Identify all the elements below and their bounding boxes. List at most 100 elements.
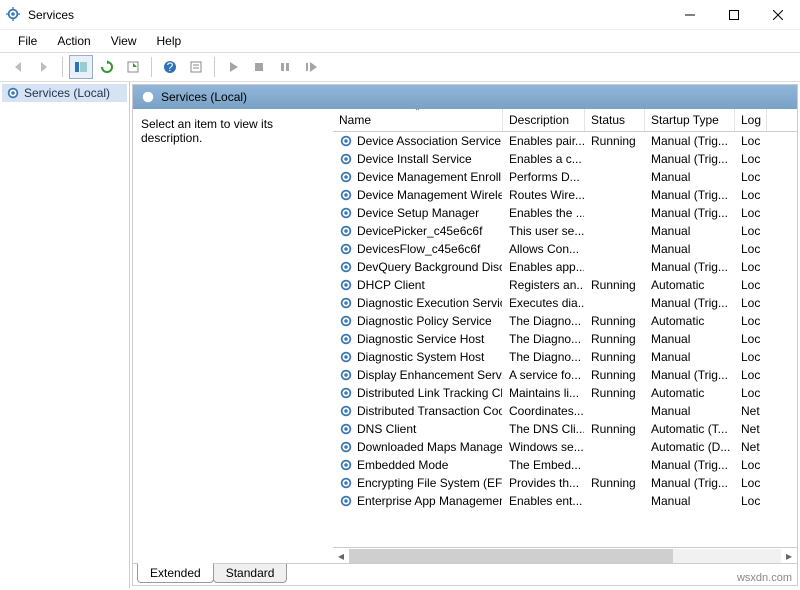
cell-startup-type: Automatic [645,314,735,328]
scroll-left-icon[interactable]: ◂ [333,549,349,563]
detail-header: Services (Local) [133,85,797,109]
cell-description: The Diagno... [503,332,585,346]
service-table-header: Name ⌃ Description Status Startup Type L… [333,109,797,132]
column-header-status[interactable]: Status [585,109,645,131]
cell-status: Running [585,368,645,382]
cell-logon: Loc [735,332,767,346]
start-service-button[interactable] [221,55,245,79]
properties-button[interactable] [184,55,208,79]
maximize-button[interactable] [712,0,756,30]
cell-name: DevQuery Background Disc... [333,260,503,274]
cell-name: Downloaded Maps Manager [333,440,503,454]
column-header-description[interactable]: Description [503,109,585,131]
pause-service-button[interactable] [273,55,297,79]
cell-description: Enables the ... [503,206,585,220]
cell-status: Running [585,386,645,400]
gear-icon [6,86,20,100]
tab-extended[interactable]: Extended [137,563,214,583]
show-hide-tree-button[interactable] [69,55,93,79]
cell-logon: Net [735,422,767,436]
scroll-right-icon[interactable]: ▸ [781,549,797,563]
cell-startup-type: Manual (Trig... [645,134,735,148]
tabs-footer: Extended Standard [133,563,797,585]
toolbar: ? [0,52,800,82]
menu-view[interactable]: View [103,31,145,51]
gear-icon [339,350,353,364]
minimize-button[interactable] [668,0,712,30]
table-row[interactable]: DevicePicker_c45e6c6fThis user se...Manu… [333,222,797,240]
cell-startup-type: Manual (Trig... [645,152,735,166]
cell-status: Running [585,134,645,148]
table-row[interactable]: Device Install ServiceEnables a c...Manu… [333,150,797,168]
menu-help[interactable]: Help [149,31,190,51]
table-row[interactable]: Device Setup ManagerEnables the ...Manua… [333,204,797,222]
back-button[interactable] [6,55,30,79]
cell-description: Performs D... [503,170,585,184]
cell-name: Encrypting File System (EFS) [333,476,503,490]
tab-standard[interactable]: Standard [213,564,288,583]
table-row[interactable]: DHCP ClientRegisters an...RunningAutomat… [333,276,797,294]
cell-startup-type: Automatic (D... [645,440,735,454]
table-row[interactable]: Downloaded Maps ManagerWindows se...Auto… [333,438,797,456]
cell-logon: Loc [735,314,767,328]
table-row[interactable]: Distributed Link Tracking Cl...Maintains… [333,384,797,402]
tree-node-services-local[interactable]: Services (Local) [2,84,127,102]
tree-node-label: Services (Local) [24,86,110,100]
table-row[interactable]: Distributed Transaction Coo...Coordinate… [333,402,797,420]
cell-status: Running [585,476,645,490]
table-row[interactable]: DevQuery Background Disc...Enables app..… [333,258,797,276]
window-title: Services [28,8,74,22]
watermark: wsxdn.com [737,572,792,584]
cell-description: The Embed... [503,458,585,472]
help-button[interactable]: ? [158,55,182,79]
cell-description: Enables pair... [503,134,585,148]
cell-status: Running [585,422,645,436]
cell-description: Enables ent... [503,494,585,508]
table-row[interactable]: Encrypting File System (EFS)Provides th.… [333,474,797,492]
menu-action[interactable]: Action [49,31,98,51]
refresh-button[interactable] [95,55,119,79]
stop-service-button[interactable] [247,55,271,79]
table-row[interactable]: Device Management Enroll...Performs D...… [333,168,797,186]
forward-button[interactable] [32,55,56,79]
cell-startup-type: Manual [645,350,735,364]
cell-status: Running [585,278,645,292]
menu-file[interactable]: File [10,31,45,51]
column-header-name[interactable]: Name ⌃ [333,109,503,131]
close-button[interactable] [756,0,800,30]
table-row[interactable]: Diagnostic Execution ServiceExecutes dia… [333,294,797,312]
column-header-logon[interactable]: Log [735,109,767,131]
column-header-startup-type[interactable]: Startup Type [645,109,735,131]
table-row[interactable]: Device Association ServiceEnables pair..… [333,132,797,150]
cell-logon: Loc [735,242,767,256]
cell-startup-type: Manual (Trig... [645,368,735,382]
cell-startup-type: Automatic (T... [645,422,735,436]
table-row[interactable]: DNS ClientThe DNS Cli...RunningAutomatic… [333,420,797,438]
cell-logon: Loc [735,278,767,292]
table-row[interactable]: DevicesFlow_c45e6c6fAllows Con...ManualL… [333,240,797,258]
gear-icon [339,440,353,454]
table-row[interactable]: Diagnostic System HostThe Diagno...Runni… [333,348,797,366]
cell-description: The Diagno... [503,314,585,328]
table-row[interactable]: Display Enhancement ServiceA service fo.… [333,366,797,384]
export-button[interactable] [121,55,145,79]
table-row[interactable]: Enterprise App Managemen...Enables ent..… [333,492,797,510]
scroll-thumb[interactable] [349,549,673,563]
gear-icon [339,404,353,418]
cell-name: Distributed Link Tracking Cl... [333,386,503,400]
cell-logon: Loc [735,350,767,364]
table-row[interactable]: Embedded ModeThe Embed...Manual (Trig...… [333,456,797,474]
cell-description: Provides th... [503,476,585,490]
cell-startup-type: Manual [645,170,735,184]
gear-icon [339,188,353,202]
gear-icon [339,152,353,166]
service-table-body[interactable]: Device Association ServiceEnables pair..… [333,132,797,547]
horizontal-scrollbar[interactable]: ◂ ▸ [333,547,797,563]
restart-service-button[interactable] [299,55,323,79]
cell-description: This user se... [503,224,585,238]
table-row[interactable]: Diagnostic Policy ServiceThe Diagno...Ru… [333,312,797,330]
table-row[interactable]: Device Management Wirele...Routes Wire..… [333,186,797,204]
table-row[interactable]: Diagnostic Service HostThe Diagno...Runn… [333,330,797,348]
cell-logon: Loc [735,224,767,238]
cell-name: Device Management Enroll... [333,170,503,184]
